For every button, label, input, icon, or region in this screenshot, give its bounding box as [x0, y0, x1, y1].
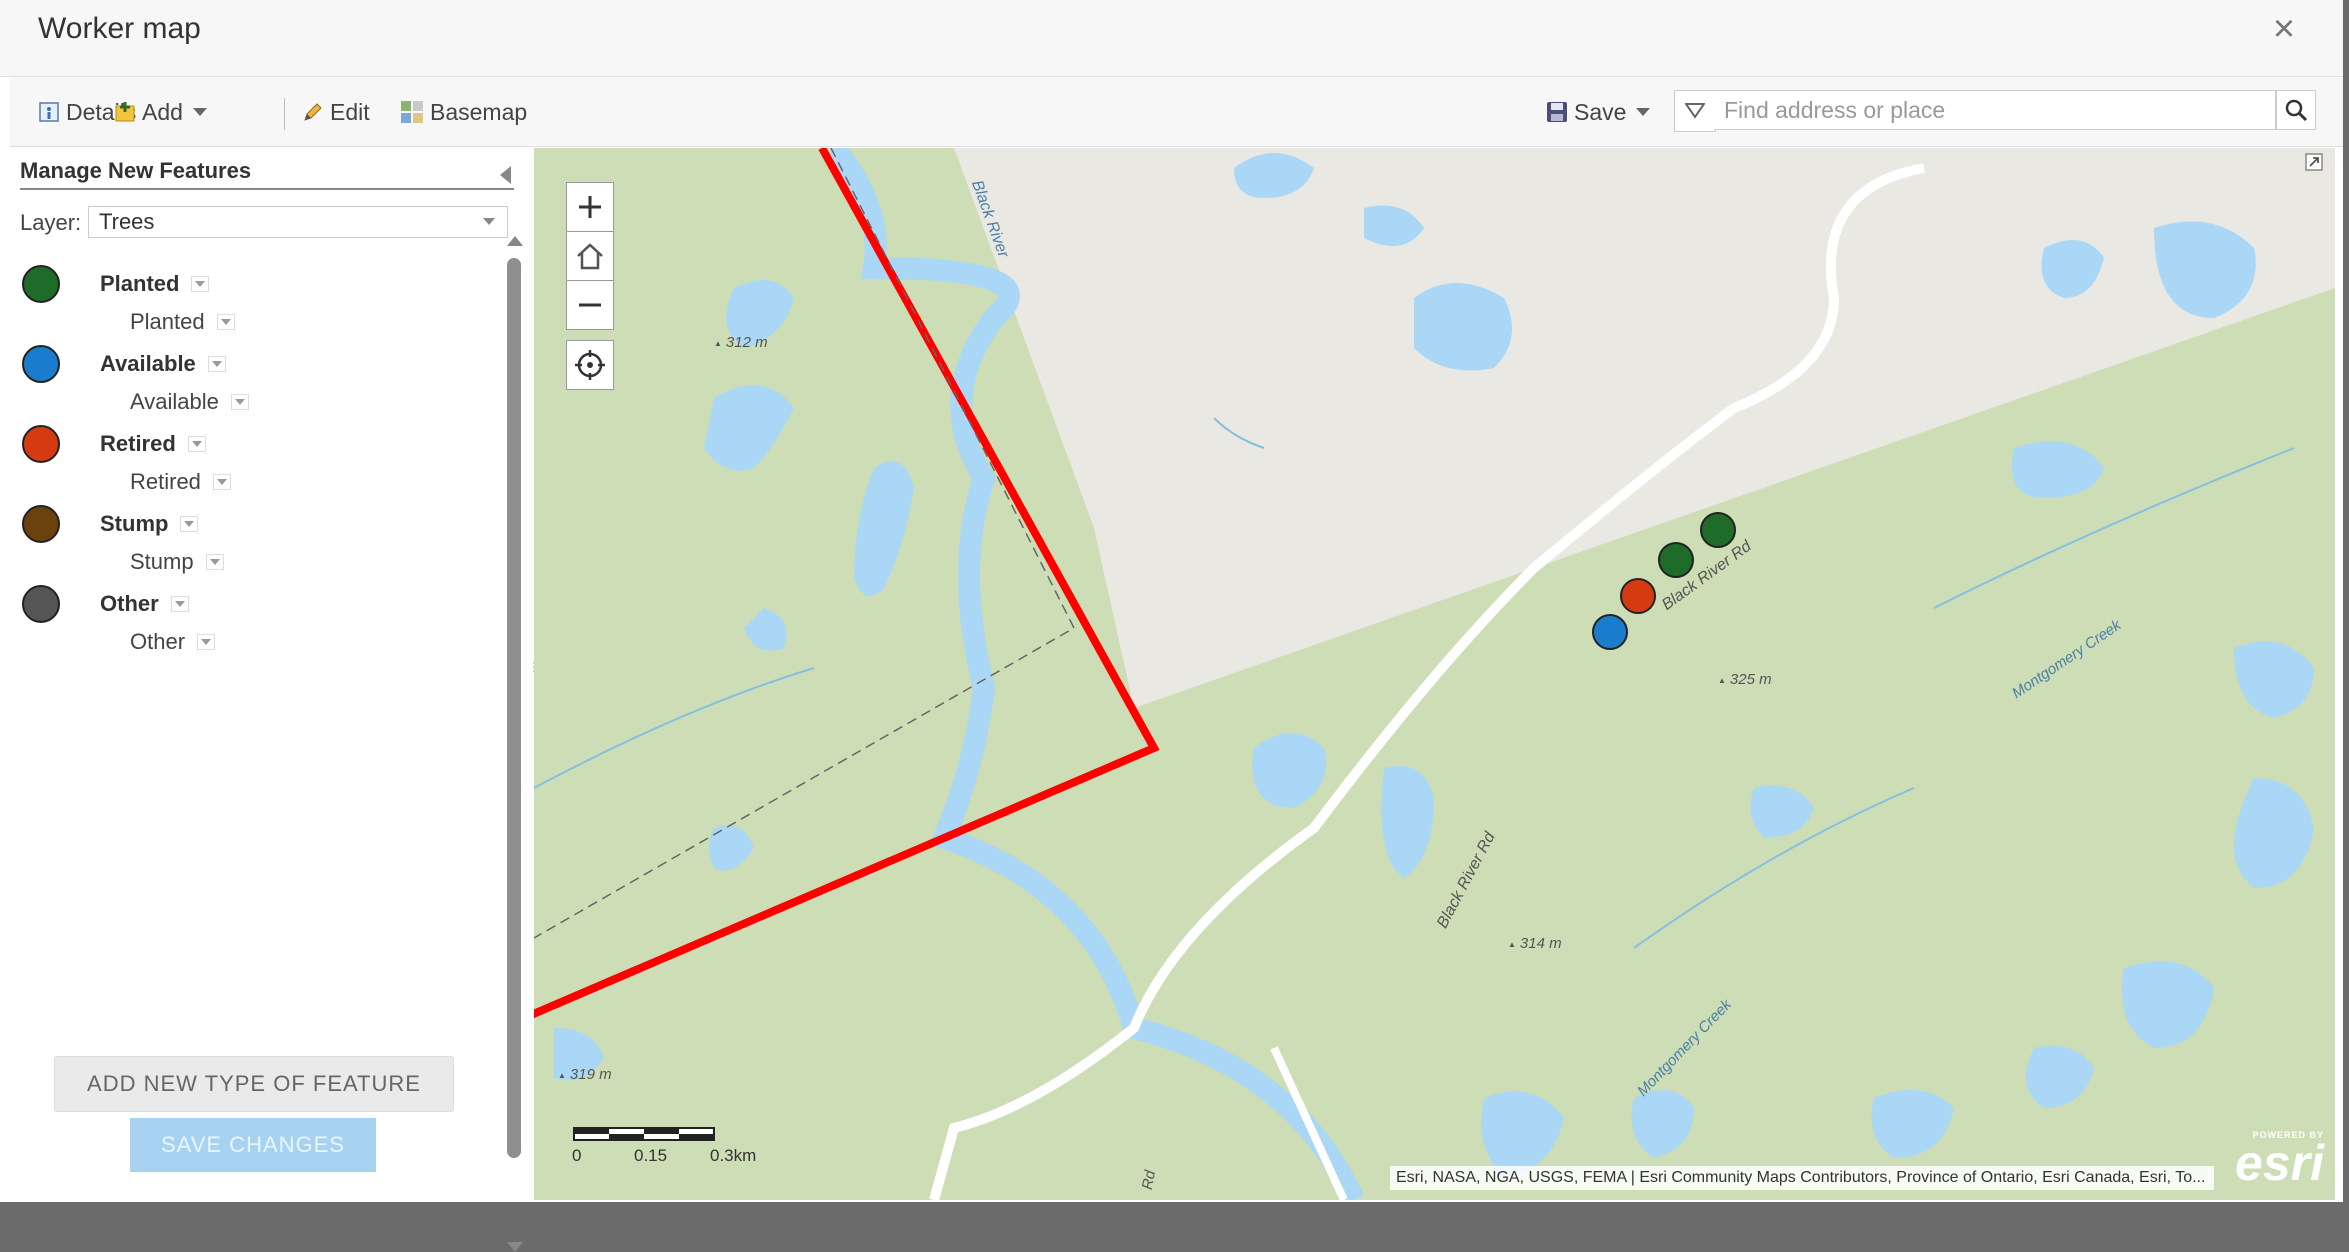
search-input[interactable]	[1714, 90, 2276, 130]
edit-label: Edit	[330, 98, 370, 125]
worker-map-dialog: Worker map × Details Add Edit Basemap Sa…	[0, 0, 2343, 1252]
feature-template-name[interactable]: Other	[130, 629, 216, 655]
feature-point-available[interactable]	[1592, 614, 1628, 650]
feature-menu-dropdown[interactable]	[191, 276, 210, 292]
feature-type-name: Planted	[100, 271, 210, 297]
home-icon	[577, 243, 603, 270]
map-view[interactable]: Black River Black River Rd Black River R…	[534, 148, 2335, 1200]
scale-label: 0	[572, 1146, 582, 1165]
feature-menu-dropdown[interactable]	[170, 596, 189, 612]
available-symbol	[22, 345, 60, 383]
chevron-down-icon	[1636, 108, 1651, 116]
search-source-dropdown[interactable]	[1674, 90, 1716, 132]
zoom-out-button[interactable]	[566, 280, 614, 330]
pencil-icon	[304, 103, 322, 121]
spot-height-label: 325 m	[1718, 671, 1772, 688]
feature-type-name: Available	[100, 351, 226, 377]
add-label: Add	[142, 98, 183, 125]
layer-value: Trees	[99, 209, 155, 234]
locate-button[interactable]	[566, 340, 614, 390]
basemap-button[interactable]: Basemap	[400, 94, 527, 130]
basemap-label: Basemap	[430, 98, 528, 125]
template-menu-dropdown[interactable]	[197, 634, 216, 650]
basemap-canvas	[534, 148, 2335, 1200]
feature-menu-dropdown[interactable]	[187, 436, 206, 452]
scale-label: 0.15	[634, 1146, 668, 1165]
search-button[interactable]	[2276, 90, 2316, 130]
feature-type-name: Other	[100, 591, 189, 617]
stump-symbol	[22, 505, 60, 543]
basemap-icon	[401, 101, 423, 123]
feature-point-retired[interactable]	[1620, 578, 1656, 614]
feature-template-name[interactable]: Planted	[130, 309, 235, 335]
collapse-panel-icon[interactable]	[500, 166, 511, 184]
scale-bar: 0 0.15 0.3km	[572, 1126, 756, 1165]
details-icon	[39, 102, 59, 122]
chevron-down-icon[interactable]	[483, 218, 495, 225]
minus-icon	[579, 303, 601, 307]
manage-features-panel: Manage New Features Layer: Trees Planted…	[10, 148, 532, 1252]
feature-point-planted[interactable]	[1700, 512, 1736, 548]
panel-title: Manage New Features	[20, 158, 514, 190]
feature-template-name[interactable]: Stump	[130, 549, 224, 575]
feature-menu-dropdown[interactable]	[180, 516, 199, 532]
scroll-up-icon[interactable]	[507, 236, 523, 246]
layer-select[interactable]: Trees	[88, 206, 508, 238]
feature-menu-dropdown[interactable]	[207, 356, 226, 372]
dialog-title: Worker map	[38, 12, 201, 45]
feature-type-name: Retired	[100, 431, 206, 457]
map-attribution[interactable]: Esri, NASA, NGA, USGS, FEMA | Esri Commu…	[1390, 1166, 2214, 1190]
edit-button[interactable]: Edit	[302, 94, 370, 130]
scale-bar-graphic	[573, 1127, 715, 1141]
add-new-feature-type-button[interactable]: ADD NEW TYPE OF FEATURE	[54, 1056, 454, 1112]
home-button[interactable]	[566, 231, 614, 281]
plus-icon	[579, 196, 601, 218]
zoom-in-button[interactable]	[566, 182, 614, 232]
template-menu-dropdown[interactable]	[205, 554, 224, 570]
close-icon[interactable]: ×	[2266, 10, 2302, 48]
title-bar: Worker map ×	[0, 0, 2343, 77]
template-menu-dropdown[interactable]	[212, 474, 231, 490]
panel-scrollbar[interactable]	[504, 236, 526, 1252]
other-symbol	[22, 585, 60, 623]
layer-label: Layer:	[20, 210, 82, 235]
scale-label: 0.3km	[710, 1146, 757, 1165]
feature-template-name[interactable]: Available	[130, 389, 249, 415]
search-icon	[2285, 99, 2308, 122]
feature-template-name[interactable]: Retired	[130, 469, 231, 495]
feature-point-planted[interactable]	[1658, 542, 1694, 578]
toolbar-divider	[284, 98, 285, 130]
floppy-disk-icon	[1547, 102, 1567, 122]
spot-height-label: 319 m	[558, 1066, 612, 1083]
template-menu-dropdown[interactable]	[230, 394, 249, 410]
planted-symbol	[22, 265, 60, 303]
scroll-thumb[interactable]	[507, 258, 521, 1158]
expand-icon[interactable]	[2304, 152, 2324, 172]
add-button[interactable]: Add	[114, 94, 207, 130]
save-changes-button[interactable]: SAVE CHANGES	[130, 1118, 376, 1172]
save-label: Save	[1574, 98, 1627, 125]
chevron-down-icon	[192, 108, 207, 116]
map-toolbar: Details Add Edit Basemap Save	[10, 78, 2343, 147]
esri-wordmark: esri	[2235, 1135, 2324, 1191]
feature-type-name: Stump	[100, 511, 199, 537]
template-menu-dropdown[interactable]	[216, 314, 235, 330]
scroll-down-icon[interactable]	[507, 1242, 523, 1252]
save-map-button[interactable]: Save	[1546, 94, 1651, 130]
map-label-rd: Rd	[1139, 1169, 1160, 1191]
spot-height-label: 314 m	[1508, 935, 1562, 952]
spot-height-label: 312 m	[714, 334, 768, 351]
add-icon	[115, 102, 135, 122]
filter-icon	[1685, 103, 1705, 119]
locate-icon	[575, 350, 605, 380]
esri-logo[interactable]: POWERED BY esri	[2224, 1130, 2324, 1196]
retired-symbol	[22, 425, 60, 463]
